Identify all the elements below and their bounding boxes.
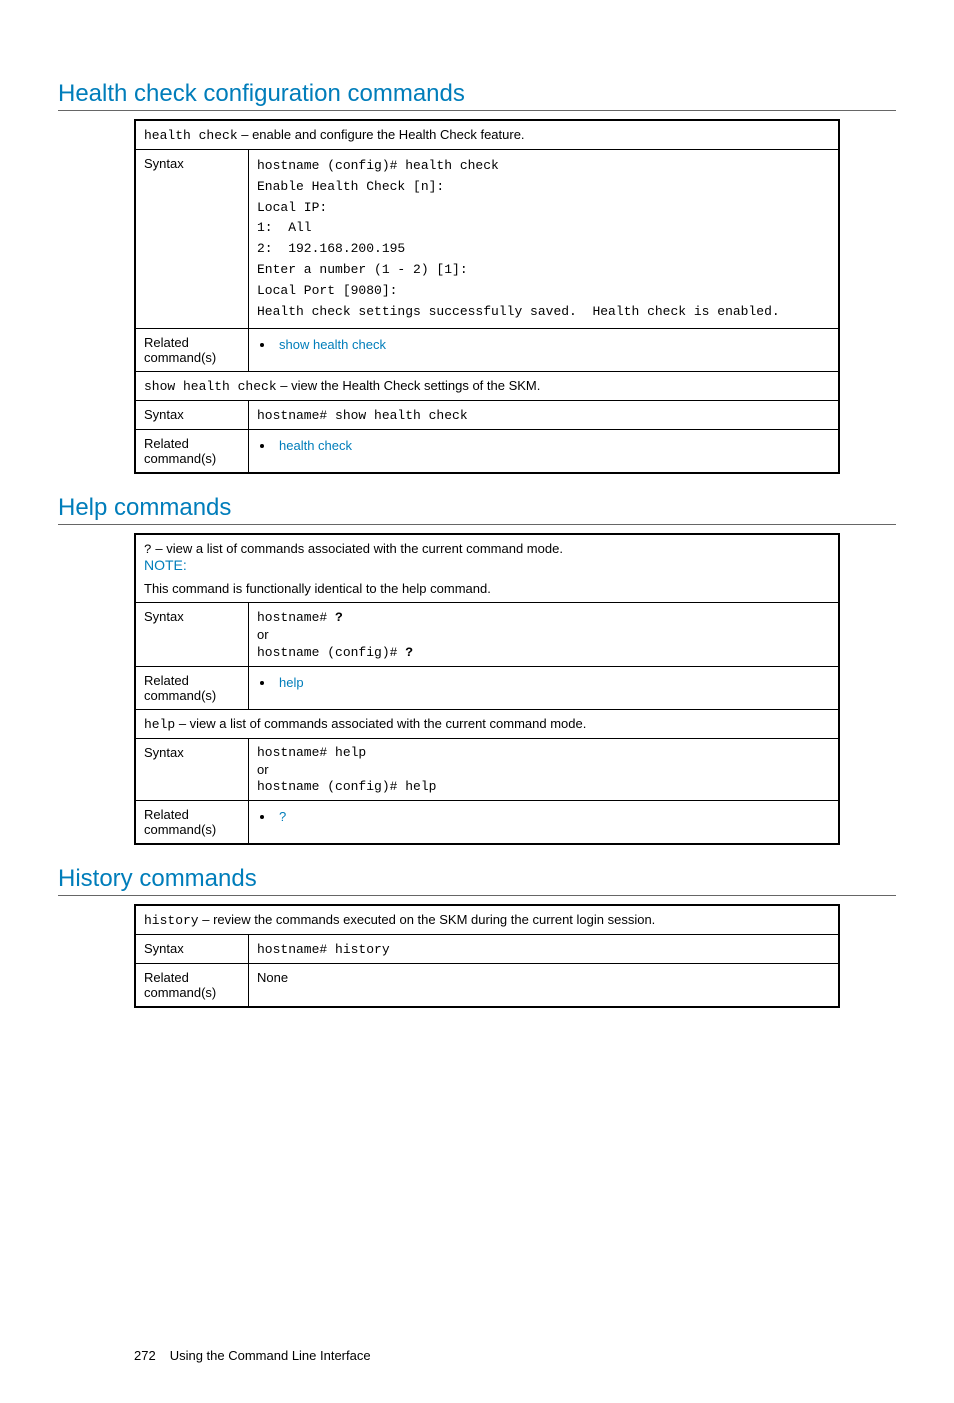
cmd-desc: – view a list of commands associated wit…	[175, 716, 586, 731]
cmd-desc: – enable and configure the Health Check …	[238, 127, 525, 142]
syntax-line-2: hostname (config)# help	[257, 779, 830, 794]
related-link-show-health-check[interactable]: show health check	[279, 337, 386, 352]
syntax-label: Syntax	[135, 401, 249, 430]
syntax-label: Syntax	[135, 603, 249, 667]
help-desc-row: help – view a list of commands associate…	[135, 710, 839, 739]
health-check-desc-row: health check – enable and configure the …	[135, 120, 839, 150]
syntax-cell: hostname# history	[249, 935, 840, 964]
syntax-or: or	[257, 627, 830, 642]
page-number: 272	[134, 1348, 156, 1363]
syntax-code: hostname# show health check	[257, 408, 468, 423]
syntax-label: Syntax	[135, 739, 249, 801]
syntax-cell: hostname# ? or hostname (config)# ?	[249, 603, 840, 667]
related-label: Related command(s)	[135, 801, 249, 845]
note-label: NOTE:	[144, 557, 830, 573]
cmd-desc: – review the commands executed on the SK…	[199, 912, 656, 927]
history-commands-table: history – review the commands executed o…	[134, 904, 840, 1008]
note-text: This command is functionally identical t…	[144, 581, 830, 596]
cmd-name: ?	[144, 542, 152, 557]
health-check-table: health check – enable and configure the …	[134, 119, 840, 474]
cmd-name: show health check	[144, 379, 277, 394]
section-heading-health-check: Health check configuration commands	[58, 80, 896, 111]
related-cell: show health check	[249, 329, 840, 372]
section-heading-help: Help commands	[58, 494, 896, 525]
cmd-name: health check	[144, 128, 238, 143]
page-footer: 272 Using the Command Line Interface	[134, 1348, 896, 1363]
related-text: None	[249, 964, 840, 1008]
syntax-code: hostname (config)# health check Enable H…	[257, 156, 830, 322]
syntax-cell: hostname# help or hostname (config)# hel…	[249, 739, 840, 801]
syntax-cell: hostname# show health check	[249, 401, 840, 430]
related-cell: help	[249, 667, 840, 710]
related-label: Related command(s)	[135, 667, 249, 710]
syntax-bold-2: ?	[405, 645, 413, 660]
cmd-desc: – view the Health Check settings of the …	[277, 378, 541, 393]
related-link-help[interactable]: help	[279, 675, 304, 690]
related-link-question[interactable]: ?	[279, 809, 286, 824]
cmd-name: history	[144, 913, 199, 928]
footer-text: Using the Command Line Interface	[170, 1348, 371, 1363]
history-desc-row: history – review the commands executed o…	[135, 905, 839, 935]
syntax-bold-1: ?	[335, 610, 343, 625]
syntax-line-1: hostname# help	[257, 745, 830, 760]
syntax-label: Syntax	[135, 935, 249, 964]
syntax-or: or	[257, 762, 830, 777]
related-label: Related command(s)	[135, 964, 249, 1008]
related-cell: health check	[249, 430, 840, 474]
syntax-label: Syntax	[135, 150, 249, 329]
cmd-desc: – view a list of commands associated wit…	[152, 541, 563, 556]
syntax-code: hostname# history	[257, 942, 390, 957]
show-health-check-desc-row: show health check – view the Health Chec…	[135, 372, 839, 401]
question-desc-row: ? – view a list of commands associated w…	[135, 534, 839, 603]
related-label: Related command(s)	[135, 329, 249, 372]
cmd-name: help	[144, 717, 175, 732]
related-link-health-check[interactable]: health check	[279, 438, 352, 453]
syntax-line-1: hostname#	[257, 610, 335, 625]
syntax-cell: hostname (config)# health check Enable H…	[249, 150, 840, 329]
related-cell: ?	[249, 801, 840, 845]
related-label: Related command(s)	[135, 430, 249, 474]
help-commands-table: ? – view a list of commands associated w…	[134, 533, 840, 845]
syntax-line-2: hostname (config)#	[257, 645, 405, 660]
section-heading-history: History commands	[58, 865, 896, 896]
